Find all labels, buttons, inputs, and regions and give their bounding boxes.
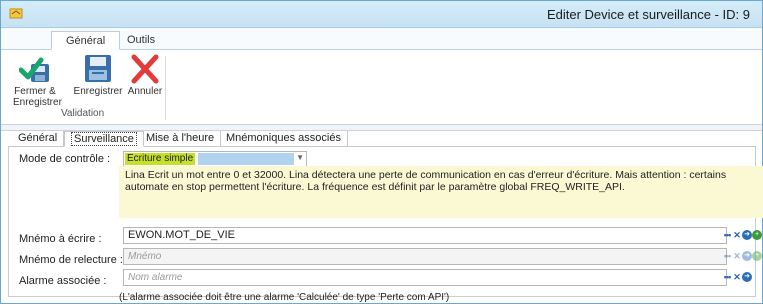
mnemo-write-field[interactable]: EWON.MOT_DE_VIE bbox=[123, 227, 727, 244]
navigate-icon[interactable]: ➜ bbox=[742, 272, 752, 282]
navigate-icon[interactable]: ➜ bbox=[742, 251, 752, 261]
clear-icon[interactable]: ✕ bbox=[732, 272, 742, 282]
content-tab-strip: Général Surveillance Mise à l'heure Mném… bbox=[8, 131, 756, 147]
add-icon[interactable]: + bbox=[752, 230, 762, 240]
control-mode-value: Ecriture simple bbox=[125, 153, 196, 165]
save-close-icon bbox=[19, 57, 49, 82]
tab-surveillance-label: Surveillance bbox=[71, 132, 137, 146]
control-mode-label: Mode de contrôle : bbox=[19, 153, 111, 165]
save-button[interactable]: Enregistrer bbox=[71, 54, 125, 97]
save-label: Enregistrer bbox=[73, 86, 123, 97]
window-title: Editer Device et surveillance - ID: 9 bbox=[546, 7, 750, 22]
add-icon[interactable]: + bbox=[752, 251, 762, 261]
editor-window: Editer Device et surveillance - ID: 9 Gé… bbox=[0, 0, 763, 304]
ribbon-panel: Fermer & Enregistrer Enregistrer Annuler… bbox=[1, 50, 762, 125]
control-mode-select[interactable]: Ecriture simple ▼ bbox=[123, 151, 307, 167]
mnemo-write-actions: ••• ✕ ➜ + bbox=[722, 227, 762, 244]
navigate-icon[interactable]: ➜ bbox=[742, 230, 752, 240]
ribbon-group-label: Validation bbox=[61, 108, 105, 119]
chevron-down-icon[interactable]: ▼ bbox=[296, 153, 304, 162]
mnemo-read-field[interactable]: Mnémo bbox=[123, 248, 727, 265]
mnemo-read-actions: ••• ✕ ➜ + bbox=[722, 248, 762, 265]
save-close-label: Fermer & Enregistrer bbox=[13, 86, 62, 108]
cancel-label: Annuler bbox=[127, 86, 163, 97]
alarm-field[interactable]: Nom alarme bbox=[123, 269, 727, 286]
save-icon bbox=[85, 55, 111, 82]
alarm-note: (L'alarme associée doit être une alarme … bbox=[119, 292, 450, 303]
cancel-button[interactable]: Annuler bbox=[127, 54, 163, 97]
tab-mnemonics[interactable]: Mnémoniques associés bbox=[220, 131, 348, 147]
tab-surveillance[interactable]: Surveillance bbox=[64, 131, 144, 147]
mode-description: Lina Ecrit un mot entre 0 et 32000. Lina… bbox=[119, 166, 763, 218]
combo-highlight bbox=[198, 153, 294, 165]
alarm-placeholder: Nom alarme bbox=[128, 272, 183, 283]
title-bar: Editer Device et surveillance - ID: 9 bbox=[1, 1, 762, 28]
browse-icon[interactable]: ••• bbox=[722, 251, 732, 261]
ribbon-tab-general[interactable]: Général bbox=[51, 31, 121, 50]
mnemo-read-label: Mnémo de relecture : bbox=[19, 254, 123, 266]
tab-time-sync[interactable]: Mise à l'heure bbox=[140, 131, 222, 147]
tab-general[interactable]: Général bbox=[12, 131, 65, 147]
alarm-label: Alarme associée : bbox=[19, 275, 107, 287]
mnemo-write-label: Mnémo à écrire : bbox=[19, 233, 102, 245]
alarm-actions: ••• ✕ ➜ bbox=[722, 269, 754, 286]
app-icon bbox=[9, 8, 23, 19]
browse-icon[interactable]: ••• bbox=[722, 230, 732, 240]
clear-icon[interactable]: ✕ bbox=[732, 251, 742, 261]
save-close-button[interactable]: Fermer & Enregistrer bbox=[13, 54, 62, 108]
ribbon-group-separator bbox=[165, 56, 166, 120]
ribbon-tab-tools[interactable]: Outils bbox=[113, 31, 169, 50]
clear-icon[interactable]: ✕ bbox=[732, 230, 742, 240]
mnemo-read-placeholder: Mnémo bbox=[128, 251, 162, 262]
cancel-icon bbox=[131, 54, 159, 84]
browse-icon[interactable]: ••• bbox=[722, 272, 732, 282]
ribbon-tab-strip: Général Outils bbox=[1, 28, 762, 50]
